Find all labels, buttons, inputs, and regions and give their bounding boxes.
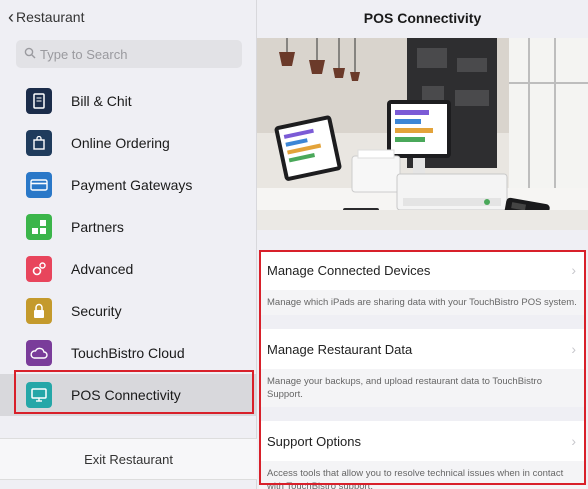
support-options-row[interactable]: Support Options › bbox=[259, 421, 586, 461]
search-placeholder: Type to Search bbox=[40, 46, 128, 62]
sidebar-item-security[interactable]: Security bbox=[0, 290, 257, 332]
cloud-icon bbox=[26, 340, 52, 366]
chevron-right-icon: › bbox=[571, 433, 576, 449]
sidebar-item-payment-gateways[interactable]: Payment Gateways bbox=[0, 164, 257, 206]
search-input[interactable]: Type to Search bbox=[16, 40, 242, 68]
back-button-label: Restaurant bbox=[16, 9, 85, 25]
sidebar-item-label: Bill & Chit bbox=[71, 93, 132, 109]
sidebar-item-pos-connectivity[interactable]: POS Connectivity bbox=[0, 374, 257, 416]
chevron-right-icon: › bbox=[571, 341, 576, 357]
sidebar-item-advanced[interactable]: Advanced bbox=[0, 248, 257, 290]
page-title: POS Connectivity bbox=[363, 10, 482, 26]
pos-connectivity-options: Manage Connected Devices › Manage which … bbox=[259, 250, 586, 489]
lock-icon bbox=[26, 298, 52, 324]
hero-image bbox=[257, 38, 588, 230]
chevron-left-icon: ‹ bbox=[8, 7, 14, 27]
row-title: Manage Connected Devices bbox=[267, 262, 431, 278]
sidebar-item-label: POS Connectivity bbox=[71, 387, 181, 403]
sidebar-item-label: Payment Gateways bbox=[71, 177, 193, 193]
row-title: Manage Restaurant Data bbox=[267, 341, 413, 357]
row-description: Manage your backups, and upload restaura… bbox=[259, 369, 586, 407]
sidebar-item-label: Security bbox=[71, 303, 122, 319]
settings-menu-list: Bill & Chit Online Ordering Payment Gate… bbox=[0, 80, 257, 416]
sidebar-item-online-ordering[interactable]: Online Ordering bbox=[0, 122, 257, 164]
sidebar-item-label: Advanced bbox=[71, 261, 134, 277]
sidebar-item-label: TouchBistro Cloud bbox=[71, 345, 185, 361]
sidebar-item-partners[interactable]: Partners bbox=[0, 206, 257, 248]
partners-grid-icon bbox=[26, 214, 52, 240]
exit-restaurant-button[interactable]: Exit Restaurant bbox=[0, 438, 257, 480]
sidebar-item-label: Online Ordering bbox=[71, 135, 170, 151]
chevron-right-icon: › bbox=[571, 262, 576, 278]
search-icon bbox=[24, 47, 36, 62]
row-title: Support Options bbox=[267, 433, 361, 449]
monitor-icon bbox=[26, 382, 52, 408]
manage-connected-devices-row[interactable]: Manage Connected Devices › bbox=[259, 250, 586, 290]
row-description: Access tools that allow you to resolve t… bbox=[259, 461, 586, 489]
sidebar-item-label: Partners bbox=[71, 219, 124, 235]
settings-sidebar: ‹ Restaurant Type to Search Bill & Chit … bbox=[0, 0, 257, 489]
sidebar-item-touchbistro-cloud[interactable]: TouchBistro Cloud bbox=[0, 332, 257, 374]
section-gap bbox=[259, 407, 586, 421]
manage-restaurant-data-row[interactable]: Manage Restaurant Data › bbox=[259, 329, 586, 369]
credit-card-icon bbox=[26, 172, 52, 198]
gears-icon bbox=[26, 256, 52, 282]
sidebar-item-bill-chit[interactable]: Bill & Chit bbox=[0, 80, 257, 122]
receipt-icon bbox=[26, 88, 52, 114]
back-button[interactable]: ‹ Restaurant bbox=[8, 7, 85, 27]
section-gap bbox=[259, 315, 586, 329]
exit-restaurant-label: Exit Restaurant bbox=[84, 451, 173, 467]
shopping-bag-icon bbox=[26, 130, 52, 156]
row-description: Manage which iPads are sharing data with… bbox=[259, 290, 586, 315]
